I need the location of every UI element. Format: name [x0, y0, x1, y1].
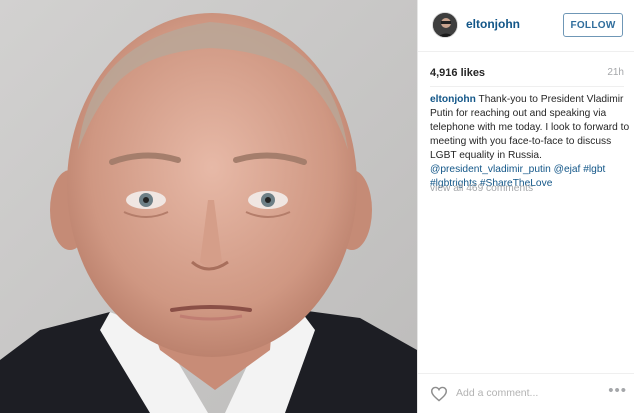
- divider: [430, 86, 624, 87]
- heart-icon[interactable]: [430, 386, 448, 402]
- post-sidebar: eltonjohn FOLLOW 4,916 likes 21h eltonjo…: [417, 0, 634, 413]
- mention-president[interactable]: @president_vladimir_putin: [430, 164, 551, 175]
- hashtag-lgbt[interactable]: #lgbt: [583, 164, 605, 175]
- follow-button[interactable]: FOLLOW: [563, 13, 623, 37]
- caption-username[interactable]: eltonjohn: [430, 94, 476, 105]
- likes-count[interactable]: 4,916 likes: [430, 67, 485, 79]
- avatar[interactable]: [432, 12, 458, 38]
- more-options-icon[interactable]: •••: [608, 382, 627, 399]
- post-header: eltonjohn FOLLOW: [418, 0, 634, 52]
- comment-input[interactable]: Add a comment...: [456, 387, 538, 399]
- username-link[interactable]: eltonjohn: [466, 17, 520, 31]
- post-timestamp[interactable]: 21h: [607, 67, 624, 78]
- post-footer: Add a comment... •••: [418, 373, 634, 413]
- portrait-image: [0, 0, 417, 413]
- post-caption: eltonjohn Thank-you to President Vladimi…: [430, 93, 633, 191]
- mention-ejaf[interactable]: @ejaf: [554, 164, 581, 175]
- post-photo[interactable]: [0, 0, 417, 413]
- view-all-comments-link[interactable]: view all 469 comments: [430, 183, 533, 194]
